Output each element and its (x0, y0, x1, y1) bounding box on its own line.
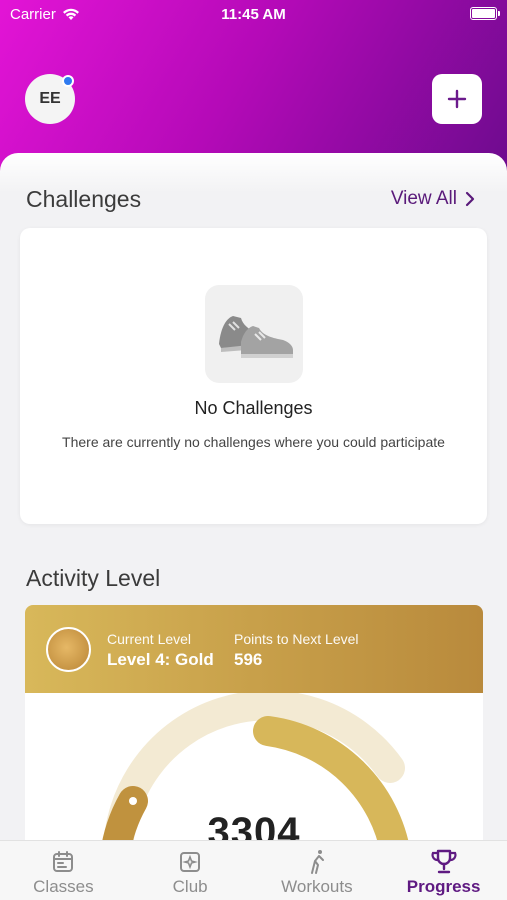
avatar[interactable]: EE (25, 74, 75, 124)
tab-club[interactable]: Club (127, 841, 254, 900)
activity-level-title: Activity Level (26, 565, 161, 591)
current-level-label: Current Level (107, 631, 192, 647)
club-icon (180, 852, 201, 872)
status-time: 11:45 AM (221, 6, 286, 23)
battery-icon (470, 7, 500, 20)
sneakers-illustration (205, 285, 303, 383)
challenges-title: Challenges (26, 186, 142, 212)
tab-classes[interactable]: Classes (0, 841, 127, 900)
level-banner: Current Level Level 4: Gold Points to Ne… (25, 605, 483, 693)
points-next-label: Points to Next Level (234, 631, 359, 647)
empty-state-title: No Challenges (194, 398, 313, 418)
current-level-value: Level 4: Gold (107, 650, 214, 669)
tab-bar: Classes Club Workouts Progress (0, 840, 507, 900)
tab-classes-label: Classes (33, 877, 94, 896)
empty-state-text: There are currently no challenges where … (62, 434, 445, 450)
points-next-value: 596 (234, 650, 263, 669)
challenges-card: No Challenges There are currently no cha… (20, 228, 487, 524)
calendar-icon (53, 851, 74, 872)
tab-workouts-label: Workouts (281, 877, 353, 896)
runner-icon (310, 850, 324, 874)
tab-club-label: Club (172, 877, 208, 896)
gold-badge-icon (46, 627, 91, 672)
chevron-right-icon (465, 191, 475, 207)
trophy-icon (431, 849, 457, 874)
tab-progress[interactable]: Progress (380, 841, 507, 900)
notification-dot (62, 75, 74, 87)
sneaker-icon (219, 316, 293, 358)
view-all-label: View All (390, 188, 457, 209)
tab-workouts[interactable]: Workouts (254, 841, 381, 900)
tab-progress-label: Progress (406, 877, 481, 896)
view-all-link[interactable]: View All (391, 188, 475, 210)
status-bar: Carrier 11:45 AM (0, 0, 507, 30)
add-button[interactable] (432, 74, 482, 124)
gauge-marker (129, 797, 137, 805)
plus-icon (447, 89, 467, 109)
activity-level-card[interactable]: Current Level Level 4: Gold Points to Ne… (25, 605, 483, 855)
avatar-initials: EE (39, 90, 61, 107)
